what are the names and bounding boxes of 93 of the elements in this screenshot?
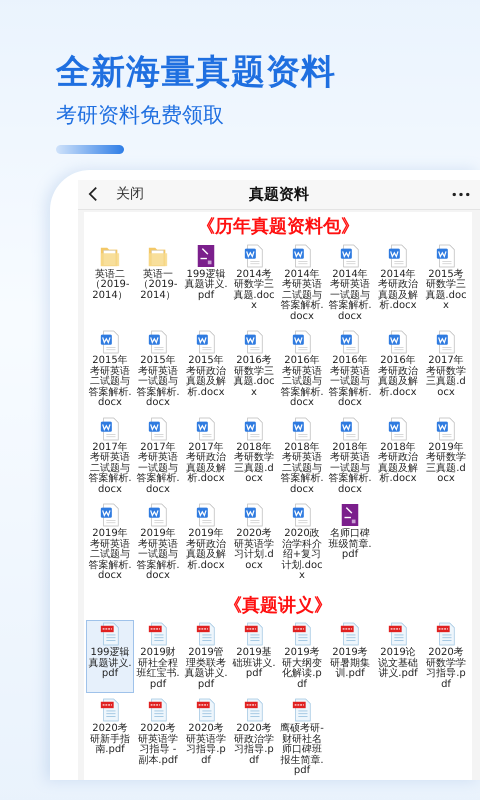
- file-item[interactable]: 2016考研数学三真题.docx: [230, 328, 278, 412]
- word-document-icon: [387, 416, 409, 441]
- pdf-document-icon: [243, 622, 265, 646]
- page-title: 真题资料: [249, 184, 309, 204]
- file-item[interactable]: 2019年考研政治真题及解析.docx: [182, 501, 230, 585]
- word-document-icon: [147, 330, 169, 354]
- word-document-icon: [339, 416, 361, 441]
- file-item[interactable]: 名师口碑班级简章.pdf: [326, 501, 374, 585]
- word-document-icon: [291, 503, 313, 528]
- file-item[interactable]: 2019年考研数学三真题.docx: [422, 414, 470, 498]
- file-item[interactable]: 2018年考研政治真题及解析.docx: [374, 414, 422, 498]
- file-item[interactable]: 2018年考研英语二试题与答案解析.docx: [278, 414, 326, 498]
- pdf-document-icon: [99, 622, 121, 646]
- pdf-document-icon: [291, 698, 313, 722]
- file-item[interactable]: 2015年考研政治真题及解析.docx: [182, 328, 230, 412]
- file-item[interactable]: 2018年考研数学三真题.docx: [230, 414, 278, 498]
- word-document-icon: [195, 503, 217, 528]
- file-item[interactable]: 2020考研政治学习指导.pdf: [230, 696, 278, 780]
- file-item[interactable]: 199逻辑真题讲义.pdf: [182, 242, 230, 326]
- word-document-icon: [339, 244, 361, 268]
- file-item[interactable]: 2020考研英语学习指导.pdf: [182, 696, 230, 780]
- back-chevron-icon: [88, 186, 98, 202]
- file-item[interactable]: 199逻辑真题讲义.pdf: [86, 620, 134, 694]
- word-document-icon: [291, 330, 313, 354]
- pdf-document-icon: [99, 698, 121, 722]
- file-item[interactable]: 2020考研英语学习计划.docx: [230, 501, 278, 585]
- file-item[interactable]: 2017年考研政治真题及解析.docx: [182, 414, 230, 498]
- file-item[interactable]: 2015年考研英语一试题与答案解析.docx: [134, 328, 182, 412]
- file-item[interactable]: 英语二（2019-2014）: [86, 242, 134, 326]
- file-item[interactable]: 2014年考研英语一试题与答案解析.docx: [326, 242, 374, 326]
- more-icon[interactable]: [452, 192, 470, 197]
- section-title: 《历年真题资料包》: [196, 216, 360, 238]
- word-document-icon: [147, 416, 169, 441]
- file-item[interactable]: 2019管理类联考真题讲义.pdf: [182, 620, 230, 694]
- file-item[interactable]: 2017年考研英语二试题与答案解析.docx: [86, 414, 134, 498]
- file-item[interactable]: 2020考研新手指南.pdf: [86, 696, 134, 780]
- word-document-icon: [243, 244, 265, 268]
- file-item[interactable]: 2020考研英语学习指导 - 副本.pdf: [134, 696, 182, 780]
- file-item[interactable]: 2019考研大纲变化解读.pdf: [278, 620, 326, 694]
- file-item[interactable]: 2017年考研英语一试题与答案解析.docx: [134, 414, 182, 498]
- accent-bar: [56, 144, 124, 154]
- pdf-document-icon: [387, 622, 409, 646]
- word-document-icon: [195, 416, 217, 441]
- section-title: 《真题讲义》: [223, 594, 333, 616]
- file-item[interactable]: 2014考研数学三真题.docx: [230, 242, 278, 326]
- headline: 全新海量真题资料: [56, 52, 337, 93]
- pdf-document-icon: [339, 622, 361, 646]
- word-document-icon: [435, 330, 457, 354]
- file-item[interactable]: 2015年考研英语二试题与答案解析.docx: [86, 328, 134, 412]
- pdf-document-icon: [147, 622, 169, 646]
- word-document-icon: [387, 244, 409, 268]
- file-item[interactable]: 2018年考研英语一试题与答案解析.docx: [326, 414, 374, 498]
- pdf-document-icon: [147, 698, 169, 722]
- file-item[interactable]: 2017年考研数学三真题.docx: [422, 328, 470, 412]
- pdf-document-icon: [291, 622, 313, 646]
- file-item[interactable]: 2019基础班讲义.pdf: [230, 620, 278, 694]
- subheadline: 考研资料免费领取: [56, 102, 225, 129]
- file-item[interactable]: 2015考研数学三真题.docx: [422, 242, 470, 326]
- file-item[interactable]: 2016年考研英语一试题与答案解析.docx: [326, 328, 374, 412]
- word-document-icon: [99, 503, 121, 528]
- back-button[interactable]: 关闭: [88, 185, 144, 204]
- word-document-icon: [339, 330, 361, 354]
- file-item[interactable]: 2019年考研英语一试题与答案解析.docx: [134, 501, 182, 585]
- file-item[interactable]: 2020考研数学学习指导.pdf: [422, 620, 470, 694]
- file-item[interactable]: 2019年考研英语二试题与答案解析.docx: [86, 501, 134, 585]
- word-document-icon: [243, 503, 265, 528]
- file-item[interactable]: 2019财研社全程班红宝书.pdf: [134, 620, 182, 694]
- word-document-icon: [291, 416, 313, 441]
- file-item[interactable]: 2014年考研英语二试题与答案解析.docx: [278, 242, 326, 326]
- book-cover-icon: [195, 244, 217, 268]
- word-document-icon: [435, 416, 457, 441]
- word-document-icon: [195, 330, 217, 354]
- word-document-icon: [387, 330, 409, 354]
- file-item[interactable]: 英语一（2019-2014）: [134, 242, 182, 326]
- word-document-icon: [147, 503, 169, 528]
- word-document-icon: [291, 244, 313, 268]
- file-item[interactable]: 2016年考研英语二试题与答案解析.docx: [278, 328, 326, 412]
- word-document-icon: [243, 416, 265, 441]
- file-item[interactable]: 2016年考研政治真题及解析.docx: [374, 328, 422, 412]
- file-item[interactable]: 2020政治学科介绍+复习计划.docx: [278, 501, 326, 585]
- word-document-icon: [99, 416, 121, 441]
- word-document-icon: [435, 244, 457, 268]
- pdf-document-icon: [243, 698, 265, 722]
- pdf-document-icon: [195, 622, 217, 646]
- file-item[interactable]: 2019论说文基础讲义.pdf: [374, 620, 422, 694]
- pdf-document-icon: [195, 698, 217, 722]
- pdf-document-icon: [435, 622, 457, 646]
- book-cover-icon: [339, 503, 361, 528]
- word-document-icon: [243, 330, 265, 354]
- file-item[interactable]: 鹰硕考研-财研社名师口碑班报生简章.pdf: [278, 696, 326, 780]
- file-item[interactable]: 2014年考研政治真题及解析.docx: [374, 242, 422, 326]
- file-item[interactable]: 2019考研暑期集训.pdf: [326, 620, 374, 694]
- word-document-icon: [99, 330, 121, 354]
